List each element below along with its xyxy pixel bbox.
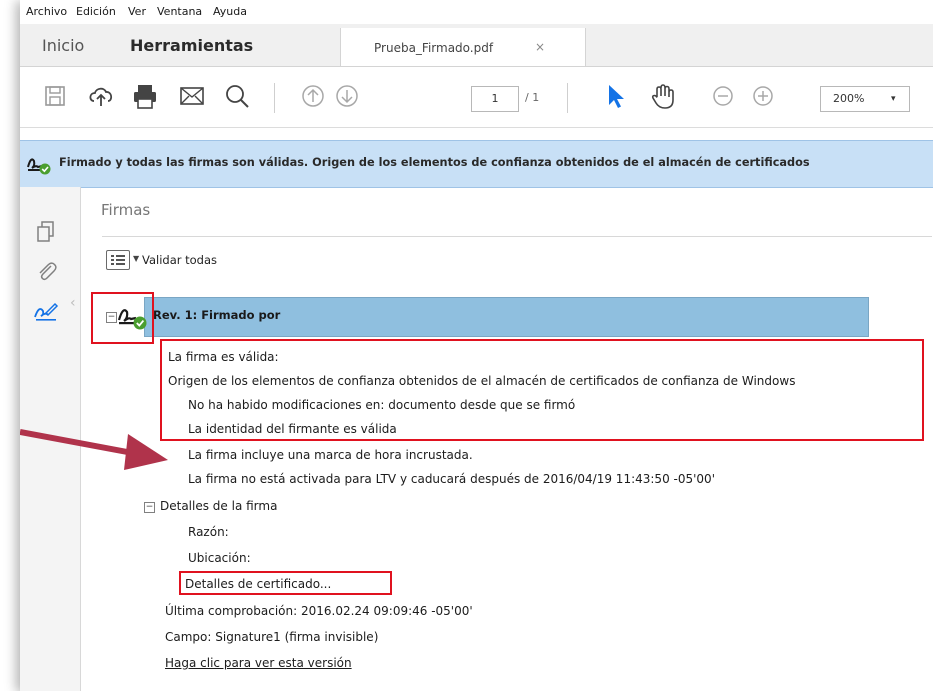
reason-label: Razón:: [188, 525, 229, 539]
menu-ayuda[interactable]: Ayuda: [213, 5, 247, 18]
hand-tool-icon[interactable]: [646, 79, 680, 113]
tab-document[interactable]: Prueba_Firmado.pdf ×: [340, 28, 586, 66]
tab-inicio[interactable]: Inicio: [42, 36, 84, 55]
zoom-value: 200%: [833, 92, 865, 105]
tab-bar: Inicio Herramientas Prueba_Firmado.pdf ×: [20, 24, 933, 67]
field-text: Campo: Signature1 (firma invisible): [165, 630, 379, 644]
view-version-link[interactable]: Haga clic para ver esta versión: [165, 656, 352, 670]
zoom-in-icon[interactable]: [746, 79, 780, 113]
panel-divider: [102, 236, 932, 237]
annotation-arrow-icon: [20, 429, 168, 470]
acrobat-window: Archivo Edición Ver Ventana Ayuda Inicio…: [20, 0, 933, 691]
tab-document-label: Prueba_Firmado.pdf: [374, 41, 494, 55]
menu-bar: Archivo Edición Ver Ventana Ayuda: [20, 0, 933, 24]
page-down-icon[interactable]: [330, 79, 364, 113]
revision-label: Rev. 1: Firmado por: [153, 308, 281, 322]
close-icon[interactable]: ×: [535, 40, 545, 54]
save-icon[interactable]: [38, 79, 72, 113]
tab-herramientas[interactable]: Herramientas: [130, 36, 253, 55]
chevron-down-icon[interactable]: ▼: [133, 254, 139, 263]
toolbar: 1 / 1 200% ▾: [20, 67, 933, 128]
signature-valid-icon: [27, 158, 51, 175]
search-icon[interactable]: [220, 79, 254, 113]
status-line-timestamp: La firma incluye una marca de hora incru…: [188, 448, 473, 462]
panel-title: Firmas: [101, 201, 151, 219]
toolbar-divider: [567, 83, 568, 113]
toolbar-divider: [274, 83, 275, 113]
menu-ventana[interactable]: Ventana: [157, 5, 202, 18]
email-icon[interactable]: [175, 79, 209, 113]
highlight-box-certificate: [179, 571, 392, 595]
options-menu-icon[interactable]: [106, 250, 130, 270]
signature-status-text: Firmado y todas las firmas son válidas. …: [59, 156, 810, 169]
menu-archivo[interactable]: Archivo: [26, 5, 67, 18]
highlight-box-signature-icon: [91, 292, 154, 344]
location-label: Ubicación:: [188, 551, 251, 565]
validate-all-link[interactable]: Validar todas: [142, 253, 217, 267]
menu-ver[interactable]: Ver: [128, 5, 146, 18]
attachment-icon[interactable]: [33, 257, 59, 283]
status-line-ltv: La firma no está activada para LTV y cad…: [188, 472, 715, 486]
menu-edicion[interactable]: Edición: [76, 5, 116, 18]
signature-status-bar: Firmado y todas las firmas son válidas. …: [20, 140, 933, 188]
chevron-down-icon: ▾: [891, 94, 896, 104]
chevron-left-icon: ‹: [70, 295, 76, 311]
page-number-input[interactable]: 1: [471, 86, 519, 112]
highlight-box-status: [160, 339, 924, 441]
revision-row[interactable]: Rev. 1: Firmado por: [144, 297, 869, 337]
print-icon[interactable]: [128, 79, 162, 113]
page-up-icon[interactable]: [296, 79, 330, 113]
collapse-details-toggle[interactable]: −: [144, 502, 155, 513]
signature-icon[interactable]: [33, 297, 59, 323]
last-check-text: Última comprobación: 2016.02.24 09:09:46…: [165, 604, 473, 618]
list-icon: [111, 255, 125, 265]
upload-icon[interactable]: [84, 79, 118, 113]
page-total: / 1: [525, 91, 540, 104]
pages-icon[interactable]: [33, 218, 59, 244]
signature-details-label[interactable]: Detalles de la firma: [160, 499, 277, 513]
select-cursor-icon[interactable]: [598, 79, 632, 113]
zoom-select[interactable]: 200% ▾: [820, 86, 910, 112]
zoom-out-icon[interactable]: [706, 79, 740, 113]
